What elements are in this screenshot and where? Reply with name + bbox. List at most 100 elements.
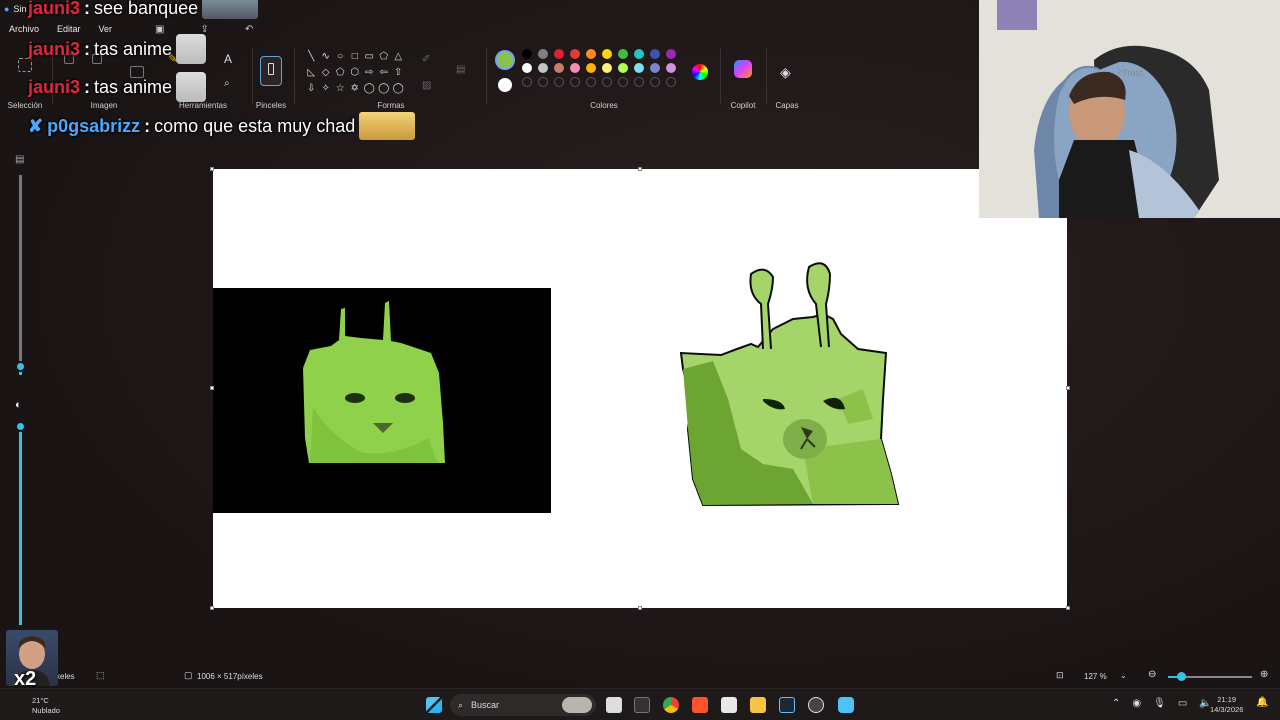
group-image: Imagen xyxy=(56,40,152,112)
zoom-out-icon[interactable]: ⊖ xyxy=(1148,669,1156,680)
zoom-dropdown-icon[interactable]: ⌄ xyxy=(1120,671,1127,680)
shape-option[interactable]: ✧ xyxy=(319,82,334,96)
crop-icon[interactable] xyxy=(64,54,74,64)
shape-option[interactable]: ◇ xyxy=(319,66,334,80)
green-cat-drawing xyxy=(679,262,900,507)
zoom-in-icon[interactable]: ⊕ xyxy=(1260,669,1268,680)
fill-icon[interactable]: ▨ xyxy=(422,80,431,91)
zoom-slider-knob[interactable] xyxy=(1177,672,1186,681)
text-icon[interactable]: A xyxy=(224,52,232,66)
chair-brand-text: <Trust. xyxy=(1117,68,1145,78)
brave-icon[interactable] xyxy=(692,697,708,713)
file-explorer-icon[interactable] xyxy=(750,697,766,713)
app-icon-terminal[interactable] xyxy=(634,697,650,713)
canvas-dimensions: 1006 × 517píxeles xyxy=(197,672,263,681)
divider xyxy=(766,48,767,104)
window-title: Sin xyxy=(13,4,27,14)
windows-start-icon[interactable] xyxy=(426,697,442,713)
shape-option[interactable]: ▭ xyxy=(362,50,377,64)
system-tray: ⌃ ◉ 🎙 ▭ 🔈 xyxy=(1112,698,1212,709)
group-colors: Colores xyxy=(490,40,718,112)
shape-option[interactable]: ◯ xyxy=(391,82,406,96)
share-icon[interactable]: ⇪ xyxy=(192,22,218,37)
pencil-icon[interactable]: ✎ xyxy=(168,52,177,65)
taskbar-search[interactable]: ⌕ Buscar xyxy=(450,694,596,716)
discord-icon[interactable]: ◉ xyxy=(1132,698,1141,709)
resize-handle[interactable] xyxy=(210,606,214,610)
network-icon[interactable]: ▭ xyxy=(1178,698,1187,709)
save-icon[interactable]: ▣ xyxy=(146,22,173,37)
reference-image[interactable] xyxy=(213,288,551,513)
chrome-icon[interactable] xyxy=(663,697,679,713)
menu-file[interactable]: Archivo xyxy=(0,22,48,36)
shape-option[interactable]: ∿ xyxy=(319,50,334,64)
store-icon[interactable] xyxy=(721,697,737,713)
divider xyxy=(486,48,487,104)
menu-edit[interactable]: Editar xyxy=(48,22,90,36)
size-slider[interactable] xyxy=(15,175,26,625)
selection-icon[interactable] xyxy=(18,58,32,72)
paint-app-icon[interactable] xyxy=(838,697,854,713)
shape-option[interactable]: ◺ xyxy=(304,66,319,80)
resize-handle[interactable] xyxy=(638,167,642,171)
shape-option[interactable]: ⬡ xyxy=(348,66,363,80)
size-slider-knob[interactable] xyxy=(15,361,26,372)
shape-size-icon[interactable]: ▤ xyxy=(456,64,465,75)
shape-option[interactable]: ⇦ xyxy=(377,66,392,80)
shape-option[interactable]: ⇩ xyxy=(304,82,319,96)
undo-icon[interactable]: ↶ xyxy=(236,22,262,37)
canvas-size-icon: ▢ xyxy=(184,670,193,680)
opacity-slider-knob[interactable] xyxy=(15,421,26,432)
microphone-icon[interactable]: 🎙 xyxy=(1153,698,1166,709)
rotate-icon[interactable] xyxy=(130,66,144,78)
shape-option[interactable]: ⇧ xyxy=(391,66,406,80)
fit-to-window-icon[interactable]: ⊡ xyxy=(1056,670,1064,681)
shape-option[interactable]: △ xyxy=(391,50,406,64)
divider xyxy=(252,48,253,104)
obs-icon[interactable] xyxy=(808,697,824,713)
opacity-slider-track[interactable] xyxy=(19,425,22,625)
shape-option[interactable]: ◯ xyxy=(362,82,377,96)
group-layers: Capas xyxy=(768,40,806,112)
clock[interactable]: 21:19 14/3/2026 xyxy=(1210,695,1243,715)
divider xyxy=(720,48,721,104)
webcam-overlay: <Trust. xyxy=(979,0,1280,218)
status-left-text: xeles xyxy=(56,672,75,681)
shape-option[interactable]: □ xyxy=(348,50,363,64)
user-drawing[interactable] xyxy=(673,249,903,511)
shape-option[interactable]: ☆ xyxy=(333,82,348,96)
shapes-gallery: ╲ ∿ ○ □ ▭ ⬠ △ ◺ ◇ ⬠ ⬡ ⇨ ⇦ ⇧ ⇩ ✧ ☆ ✡ ◯ ◯ ◯ xyxy=(304,50,406,96)
steam-icon[interactable] xyxy=(779,697,795,713)
group-copilot: Copilot xyxy=(722,40,764,112)
taskbar: 21°C Nublado ⌕ Buscar ⌃ ◉ 🎙 ▭ 🔈 21:19 14… xyxy=(0,688,1280,720)
resize-handle[interactable] xyxy=(210,167,214,171)
shape-option[interactable]: ◯ xyxy=(377,82,392,96)
shape-option[interactable]: ○ xyxy=(333,50,348,64)
shape-option[interactable]: ✡ xyxy=(348,82,363,96)
shape-option[interactable]: ⬠ xyxy=(377,50,392,64)
shape-option[interactable]: ⇨ xyxy=(362,66,377,80)
drawing-canvas[interactable] xyxy=(213,169,1067,608)
shape-option[interactable]: ╲ xyxy=(304,50,319,64)
brush-icon[interactable] xyxy=(260,56,282,86)
outline-icon[interactable]: ✐ xyxy=(422,54,430,65)
group-label-tools: Herramientas xyxy=(178,101,227,110)
notification-icon[interactable]: 🔔 xyxy=(1256,697,1268,708)
weather-widget[interactable]: 21°C Nublado xyxy=(32,696,60,716)
magnifier-icon[interactable]: ⌕ xyxy=(224,78,230,89)
resize-handle[interactable] xyxy=(1066,386,1070,390)
clock-date: 14/3/2026 xyxy=(1210,705,1244,714)
app-icon: ● xyxy=(4,4,10,14)
chat-separator: : xyxy=(144,115,151,136)
chevron-up-icon[interactable]: ⌃ xyxy=(1112,698,1120,709)
menu-view[interactable]: Ver xyxy=(90,22,122,36)
resize-handle[interactable] xyxy=(638,606,642,610)
badge-icon: ✘ xyxy=(28,115,44,136)
resize-icon[interactable] xyxy=(92,54,102,64)
shape-option[interactable]: ⬠ xyxy=(333,66,348,80)
zoom-level[interactable]: 127 % xyxy=(1084,672,1107,681)
chat-emote xyxy=(359,112,416,140)
task-view-icon[interactable] xyxy=(606,697,622,713)
resize-handle[interactable] xyxy=(210,386,214,390)
resize-handle[interactable] xyxy=(1066,606,1070,610)
